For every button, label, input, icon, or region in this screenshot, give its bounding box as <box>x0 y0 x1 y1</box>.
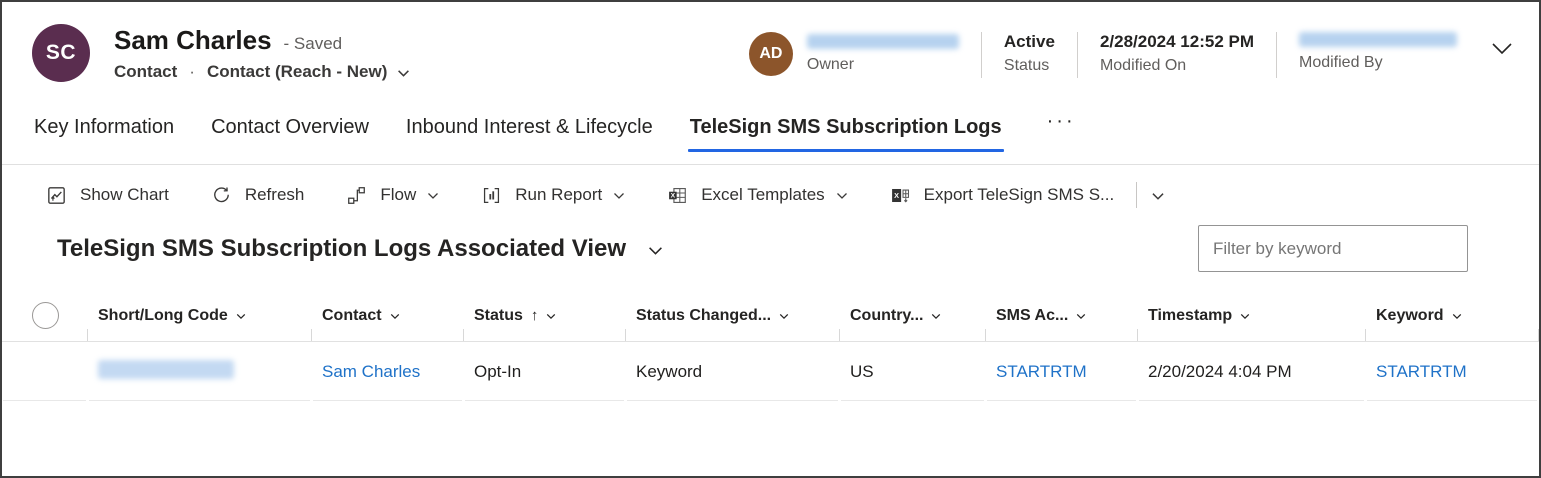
run-report-icon <box>481 185 502 206</box>
column-header-status[interactable]: Status ↑ <box>464 290 626 342</box>
table-row[interactable]: Sam Charles Opt-In Keyword US STARTRTM 2… <box>2 342 1539 401</box>
row-select-cell[interactable] <box>2 342 88 401</box>
cell-keyword-link[interactable]: STARTRTM <box>1366 342 1539 401</box>
tab-contact-overview[interactable]: Contact Overview <box>209 108 371 155</box>
excel-templates-button[interactable]: X Excel Templates <box>667 185 847 206</box>
show-chart-label: Show Chart <box>80 185 169 205</box>
save-status: - Saved <box>284 34 343 54</box>
chevron-down-icon <box>546 313 556 320</box>
select-all-checkbox[interactable] <box>32 302 59 329</box>
column-header-sms-account[interactable]: SMS Ac... <box>986 290 1138 342</box>
chevron-down-icon <box>427 192 439 200</box>
chevron-down-icon <box>836 192 848 200</box>
chevron-down-icon <box>613 192 625 200</box>
svg-text:X: X <box>894 191 899 200</box>
header-divider <box>981 32 982 78</box>
filter-by-keyword-input[interactable] <box>1198 225 1468 272</box>
chevron-down-icon <box>236 313 246 320</box>
chevron-down-icon <box>390 313 400 320</box>
export-excel-icon: X <box>890 185 911 206</box>
cell-country: US <box>840 342 986 401</box>
view-title: TeleSign SMS Subscription Logs Associate… <box>57 235 626 263</box>
tab-key-information[interactable]: Key Information <box>32 108 176 155</box>
run-report-button[interactable]: Run Report <box>481 185 625 206</box>
cell-status-changed: Keyword <box>626 342 840 401</box>
grid-header-row: Short/Long Code Contact Status ↑ Status … <box>2 290 1539 342</box>
modified-on-field: 2/28/2024 12:52 PM Modified On <box>1100 32 1254 75</box>
modified-on-label: Modified On <box>1100 57 1254 75</box>
modified-by-field[interactable]: Modified By <box>1299 32 1457 72</box>
header-divider <box>1077 32 1078 78</box>
status-label: Status <box>1004 57 1055 75</box>
svg-text:X: X <box>671 192 676 199</box>
excel-templates-icon: X <box>667 185 688 206</box>
cell-timestamp: 2/20/2024 4:04 PM <box>1138 342 1366 401</box>
tab-inbound-interest-lifecycle[interactable]: Inbound Interest & Lifecycle <box>404 108 655 155</box>
sort-ascending-icon: ↑ <box>531 307 539 324</box>
flow-button[interactable]: Flow <box>346 185 439 206</box>
column-header-status-changed[interactable]: Status Changed... <box>626 290 840 342</box>
column-header-keyword[interactable]: Keyword <box>1366 290 1539 342</box>
flow-label: Flow <box>380 185 416 205</box>
column-header-short-long-code[interactable]: Short/Long Code <box>88 290 312 342</box>
command-bar: Show Chart Refresh <box>2 165 1539 221</box>
run-report-label: Run Report <box>515 185 602 205</box>
chevron-down-icon <box>931 313 941 320</box>
owner-name-redacted <box>807 34 959 49</box>
owner-field[interactable]: AD Owner <box>749 32 959 76</box>
chevron-down-icon <box>779 313 789 320</box>
status-field: Active Status <box>1004 32 1055 75</box>
subgrid-section: Show Chart Refresh <box>2 164 1539 401</box>
column-header-contact[interactable]: Contact <box>312 290 464 342</box>
cell-status: Opt-In <box>464 342 626 401</box>
chevron-down-icon[interactable] <box>397 69 410 78</box>
cell-short-long-code <box>88 342 312 401</box>
chevron-down-icon <box>1240 313 1250 320</box>
cell-sms-account-link[interactable]: STARTRTM <box>986 342 1138 401</box>
select-all-cell <box>2 290 88 342</box>
export-telesign-button[interactable]: X Export TeleSign SMS S... <box>890 185 1115 206</box>
collapse-header-chevron-icon[interactable] <box>1491 42 1513 60</box>
short-long-code-redacted <box>98 360 234 379</box>
chevron-down-icon <box>648 246 663 256</box>
form-tabs: Key Information Contact Overview Inbound… <box>2 102 1539 164</box>
refresh-icon <box>211 185 232 206</box>
column-header-timestamp[interactable]: Timestamp <box>1138 290 1366 342</box>
view-header: TeleSign SMS Subscription Logs Associate… <box>2 221 1539 278</box>
command-bar-divider <box>1136 182 1137 208</box>
modified-on-value: 2/28/2024 12:52 PM <box>1100 32 1254 52</box>
column-header-country[interactable]: Country... <box>840 290 986 342</box>
status-value: Active <box>1004 32 1055 52</box>
modified-by-name-redacted <box>1299 32 1457 47</box>
contact-avatar: SC <box>32 24 90 82</box>
owner-avatar: AD <box>749 32 793 76</box>
chevron-down-icon <box>1076 313 1086 320</box>
record-header-fields: AD Owner Active Status 2/28/2024 12:52 P… <box>749 24 1513 78</box>
separator-dot: · <box>189 62 195 82</box>
modified-by-label: Modified By <box>1299 54 1457 72</box>
tabs-overflow-ellipsis[interactable]: ··· <box>1037 108 1084 133</box>
chevron-down-icon <box>1452 313 1462 320</box>
entity-type-label: Contact <box>114 62 177 82</box>
excel-templates-label: Excel Templates <box>701 185 824 205</box>
owner-label: Owner <box>807 56 959 74</box>
form-selector[interactable]: Contact (Reach - New) <box>207 62 387 82</box>
refresh-label: Refresh <box>245 185 305 205</box>
record-identity: SC Sam Charles - Saved Contact · Contact… <box>32 24 410 82</box>
header-divider <box>1276 32 1277 78</box>
record-header: SC Sam Charles - Saved Contact · Contact… <box>2 2 1539 102</box>
view-selector[interactable]: TeleSign SMS Subscription Logs Associate… <box>57 235 663 263</box>
flow-icon <box>346 185 367 206</box>
subscription-logs-grid: Short/Long Code Contact Status ↑ Status … <box>2 290 1539 401</box>
export-telesign-label: Export TeleSign SMS S... <box>924 185 1115 205</box>
record-title: Sam Charles <box>114 25 272 56</box>
refresh-button[interactable]: Refresh <box>211 185 305 206</box>
contact-record-page: SC Sam Charles - Saved Contact · Contact… <box>0 0 1541 478</box>
show-chart-icon <box>46 185 67 206</box>
tab-telesign-sms-subscription-logs[interactable]: TeleSign SMS Subscription Logs <box>688 108 1004 155</box>
show-chart-button[interactable]: Show Chart <box>46 185 169 206</box>
cell-contact-link[interactable]: Sam Charles <box>312 342 464 401</box>
command-bar-overflow-chevron-icon[interactable] <box>1151 192 1165 201</box>
